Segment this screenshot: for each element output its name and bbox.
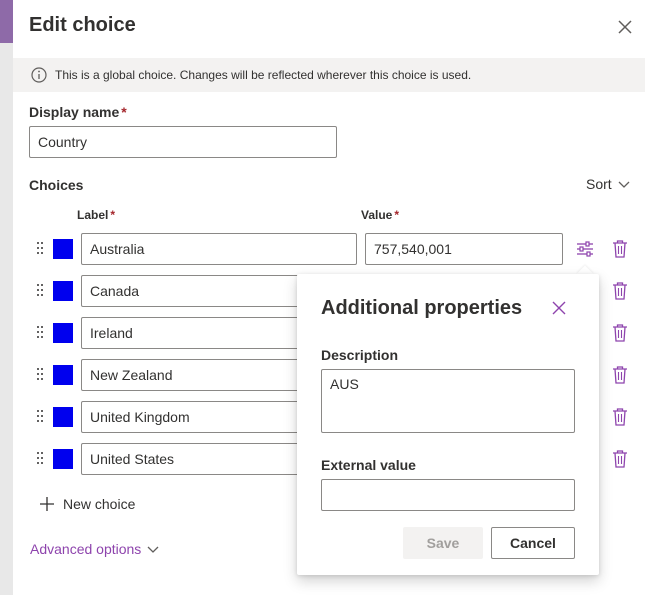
drag-handle-icon[interactable]	[37, 368, 45, 382]
plus-icon	[40, 497, 54, 511]
chevron-down-icon	[147, 546, 159, 554]
new-choice-button[interactable]: New choice	[39, 496, 135, 512]
choices-section-label: Choices	[29, 177, 84, 193]
cancel-button[interactable]: Cancel	[491, 527, 575, 559]
value-column-header-text: Value	[361, 208, 393, 222]
background-overlay	[0, 43, 13, 595]
drag-handle-icon[interactable]	[37, 284, 45, 298]
external-value-input[interactable]	[321, 479, 575, 511]
required-mark: *	[394, 208, 400, 222]
color-swatch[interactable]	[53, 365, 73, 385]
external-value-label: External value	[321, 457, 416, 473]
panel-title: Edit choice	[29, 14, 136, 36]
banner-text: This is a global choice. Changes will be…	[55, 68, 472, 82]
delete-icon[interactable]	[612, 281, 628, 301]
description-textarea[interactable]: AUS	[321, 369, 575, 433]
sort-button[interactable]: Sort	[586, 176, 630, 192]
delete-icon[interactable]	[612, 365, 628, 385]
drag-handle-icon[interactable]	[37, 326, 45, 340]
close-icon[interactable]	[551, 300, 567, 316]
choice-value-input[interactable]: 757,540,001	[365, 233, 563, 265]
new-choice-label: New choice	[63, 496, 136, 512]
drag-handle-icon[interactable]	[37, 410, 45, 424]
display-name-label: Display name *	[29, 104, 127, 120]
color-swatch[interactable]	[53, 281, 73, 301]
color-swatch[interactable]	[53, 323, 73, 343]
sort-label: Sort	[586, 176, 612, 192]
required-mark: *	[121, 104, 127, 120]
label-column-header: Label *	[77, 208, 115, 222]
advanced-options-label: Advanced options	[30, 541, 142, 557]
background-app-accent	[0, 0, 13, 43]
description-label: Description	[321, 347, 399, 363]
delete-icon[interactable]	[612, 323, 628, 343]
additional-properties-popup: Additional properties Description AUS Ex…	[297, 274, 599, 575]
display-name-input[interactable]: Country	[29, 126, 337, 158]
info-icon	[31, 67, 47, 83]
color-swatch[interactable]	[53, 449, 73, 469]
advanced-options-toggle[interactable]: Advanced options	[30, 541, 159, 557]
delete-icon[interactable]	[612, 449, 628, 469]
color-swatch[interactable]	[53, 239, 73, 259]
properties-icon[interactable]	[575, 239, 595, 259]
info-banner: This is a global choice. Changes will be…	[13, 58, 645, 92]
color-swatch[interactable]	[53, 407, 73, 427]
choice-label-input[interactable]: Australia	[81, 233, 357, 265]
value-column-header: Value *	[361, 208, 399, 222]
choice-row: Australia 757,540,001	[13, 233, 645, 265]
popup-title: Additional properties	[321, 297, 523, 319]
delete-icon[interactable]	[612, 239, 628, 259]
drag-handle-icon[interactable]	[37, 452, 45, 466]
chevron-down-icon	[618, 181, 630, 189]
drag-handle-icon[interactable]	[37, 242, 45, 256]
save-button[interactable]: Save	[403, 527, 483, 559]
delete-icon[interactable]	[612, 407, 628, 427]
close-icon[interactable]	[614, 16, 636, 38]
display-name-label-text: Display name	[29, 104, 120, 120]
required-mark: *	[110, 208, 116, 222]
label-column-header-text: Label	[77, 208, 109, 222]
